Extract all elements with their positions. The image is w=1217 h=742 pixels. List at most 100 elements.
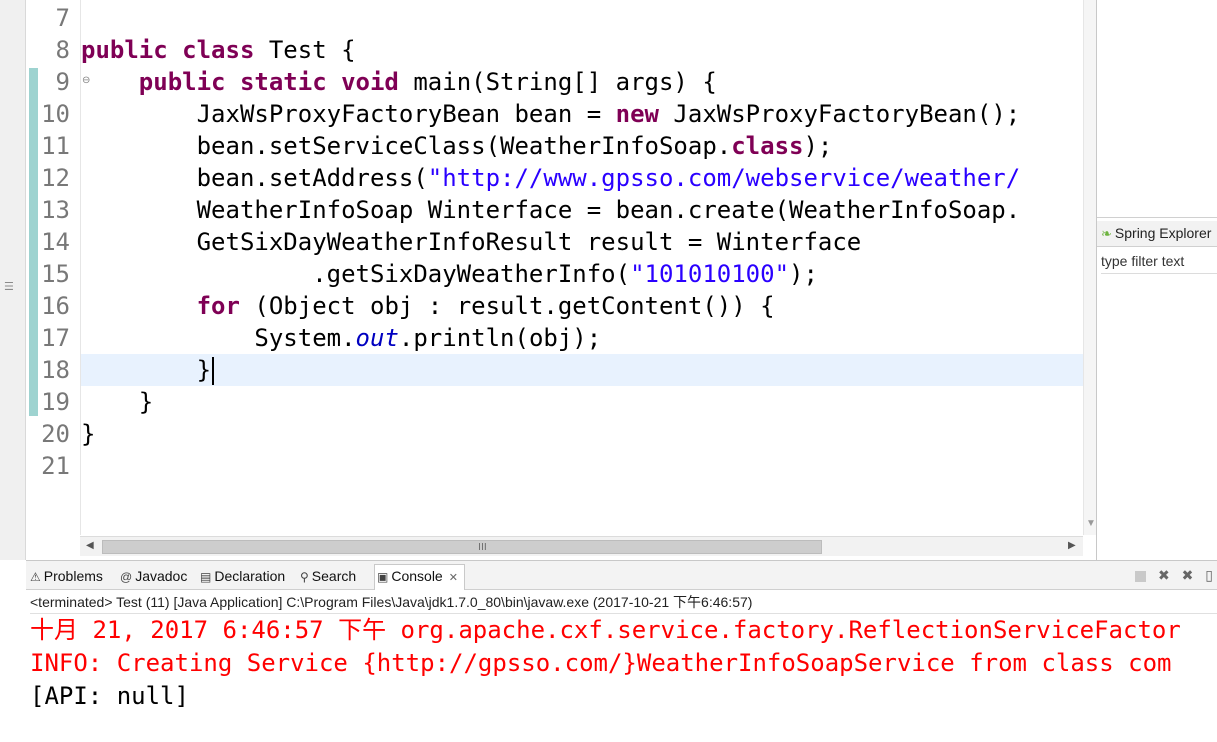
- spring-leaf-icon: ❧: [1101, 226, 1112, 241]
- code-token: );: [789, 260, 818, 288]
- tab-problems-label: Problems: [43, 568, 103, 584]
- line-number: 19: [41, 388, 70, 416]
- code-editor[interactable]: 7 8 9 ⊖ 10 11 12 13 14 15 16 17 18 19 20 21 public clas…: [26, 0, 1096, 560]
- code-token: .println(obj);: [398, 324, 602, 352]
- code-token: WeatherInfoSoap Winterface = bean.create…: [81, 196, 1021, 224]
- code-token: );: [803, 132, 833, 160]
- code-line[interactable]: bean.setServiceClass(WeatherInfoSoap.cla…: [81, 130, 833, 162]
- tab-search-label: Search: [311, 568, 357, 584]
- console-toolbar: ✖ ✖ ▯: [1127, 567, 1213, 584]
- change-ruler: [26, 0, 40, 535]
- javadoc-icon: @: [120, 570, 133, 584]
- line-number: 21: [41, 452, 70, 480]
- code-token: new: [615, 100, 659, 128]
- text-caret: [212, 357, 215, 385]
- code-token: (Object obj : result.getContent()) {: [239, 292, 775, 320]
- code-token: main(String[] args) {: [398, 68, 717, 96]
- code-token: bean.setAddress(: [81, 164, 428, 192]
- code-line[interactable]: GetSixDayWeatherInfoResult result = Wint…: [81, 226, 862, 258]
- code-line[interactable]: public class Test {: [81, 34, 356, 66]
- line-number: 15: [41, 260, 70, 288]
- code-token: JaxWsProxyFactoryBean bean =: [81, 100, 616, 128]
- code-token: .getSixDayWeatherInfo(: [81, 260, 631, 288]
- console-icon: ▣: [377, 570, 389, 584]
- remove-launch-icon[interactable]: ✖: [1158, 567, 1170, 583]
- code-token: System.: [81, 324, 356, 352]
- tab-spring-explorer-label: Spring Explorer: [1114, 225, 1212, 241]
- tab-javadoc[interactable]: @ Javadoc: [118, 565, 187, 587]
- tab-console-label: Console: [391, 568, 443, 584]
- spring-explorer-panel: ❧ Spring Explorer type filter text: [1096, 0, 1217, 560]
- code-line[interactable]: bean.setAddress("http://www.gpsso.com/we…: [81, 162, 1021, 194]
- code-line[interactable]: }: [81, 386, 153, 418]
- terminate-icon[interactable]: [1135, 570, 1147, 582]
- console-line: 十月 21, 2017 6:46:57 下午 org.apache.cxf.se…: [30, 616, 1181, 644]
- code-line[interactable]: for (Object obj : result.getContent()) {: [81, 290, 775, 322]
- code-token: "http://www.gpsso.com/webservice/weather…: [427, 164, 1021, 192]
- tab-search[interactable]: ⚲ Search: [298, 565, 356, 587]
- code-token: "101010100": [630, 260, 790, 288]
- remove-all-terminated-icon[interactable]: ✖: [1182, 567, 1194, 583]
- code-token: Test {: [254, 36, 356, 64]
- code-line[interactable]: WeatherInfoSoap Winterface = bean.create…: [81, 194, 1021, 226]
- code-token: }: [81, 388, 154, 416]
- code-line[interactable]: }: [81, 418, 95, 450]
- tab-problems[interactable]: ⚠ Problems: [28, 565, 103, 587]
- line-number: 16: [41, 292, 70, 320]
- code-token: GetSixDayWeatherInfoResult result = Wint…: [81, 228, 862, 256]
- bottom-panel: ✖ ✖ ▯ ⚠ Problems @ Javadoc ▤ Declaration ⚲ Sear…: [26, 560, 1217, 742]
- more-icon[interactable]: ▯: [1205, 567, 1213, 583]
- line-number: 8: [55, 36, 70, 64]
- code-line[interactable]: public static void main(String[] args) {: [81, 66, 717, 98]
- declaration-icon: ▤: [200, 570, 212, 584]
- spring-explorer-tabbar: ❧ Spring Explorer: [1097, 221, 1217, 247]
- code-line[interactable]: JaxWsProxyFactoryBean bean = new JaxWsPr…: [81, 98, 1021, 130]
- line-number: 14: [41, 228, 70, 256]
- vertical-scrollbar[interactable]: ▼: [1083, 0, 1096, 535]
- close-tab-icon[interactable]: ✕: [449, 572, 458, 584]
- line-number: 10: [41, 100, 70, 128]
- sash-grip-icon[interactable]: ☰: [4, 280, 14, 293]
- scroll-right-icon[interactable]: ▶: [1068, 540, 1076, 551]
- horizontal-scroll-thumb[interactable]: III: [102, 540, 822, 554]
- horizontal-scrollbar[interactable]: ◀ III ▶: [80, 536, 1083, 556]
- tab-console[interactable]: ▣ Console ✕: [374, 564, 465, 590]
- scroll-left-icon[interactable]: ◀: [86, 540, 94, 551]
- current-line-highlight: [81, 354, 1084, 386]
- line-number: 9: [55, 68, 70, 96]
- code-line[interactable]: .getSixDayWeatherInfo("101010100");: [81, 258, 818, 290]
- code-line[interactable]: }: [81, 354, 215, 386]
- scroll-down-icon[interactable]: ▼: [1086, 518, 1096, 529]
- tab-javadoc-label: Javadoc: [135, 568, 188, 584]
- code-token: public class: [81, 36, 255, 64]
- line-number: 20: [41, 420, 70, 448]
- line-number: 18: [41, 356, 70, 384]
- left-trim-strip: ☰: [0, 0, 26, 560]
- code-token: class: [731, 132, 804, 160]
- code-token: for: [196, 292, 240, 320]
- console-status: <terminated> Test (11) [Java Application…: [30, 594, 753, 610]
- line-number-gutter: 7 8 9 ⊖ 10 11 12 13 14 15 16 17 18 19 20 21: [40, 0, 90, 535]
- line-number: 11: [41, 132, 70, 160]
- line-number: 12: [41, 164, 70, 192]
- console-line: [API: null]: [30, 682, 189, 710]
- tab-declaration[interactable]: ▤ Declaration: [198, 565, 285, 587]
- problems-icon: ⚠: [30, 570, 41, 584]
- code-token: }: [81, 420, 96, 448]
- scroll-grip: III: [478, 542, 487, 553]
- console-output[interactable]: 十月 21, 2017 6:46:57 下午 org.apache.cxf.se…: [30, 613, 1217, 742]
- tab-declaration-label: Declaration: [214, 568, 286, 584]
- line-number: 17: [41, 324, 70, 352]
- quick-diff-bar: [29, 68, 38, 416]
- tab-spring-explorer[interactable]: ❧ Spring Explorer: [1101, 225, 1211, 242]
- code-line[interactable]: System.out.println(obj);: [81, 322, 601, 354]
- code-text-area[interactable]: public class Test { public static void m…: [80, 0, 1084, 535]
- line-number: 13: [41, 196, 70, 224]
- view-tabbar: ✖ ✖ ▯ ⚠ Problems @ Javadoc ▤ Declaration ⚲ Sear…: [26, 561, 1217, 590]
- code-token: bean.setServiceClass(WeatherInfoSoap.: [81, 132, 732, 160]
- code-token: }: [81, 356, 212, 384]
- filter-input[interactable]: type filter text: [1101, 250, 1217, 274]
- search-icon: ⚲: [300, 570, 309, 584]
